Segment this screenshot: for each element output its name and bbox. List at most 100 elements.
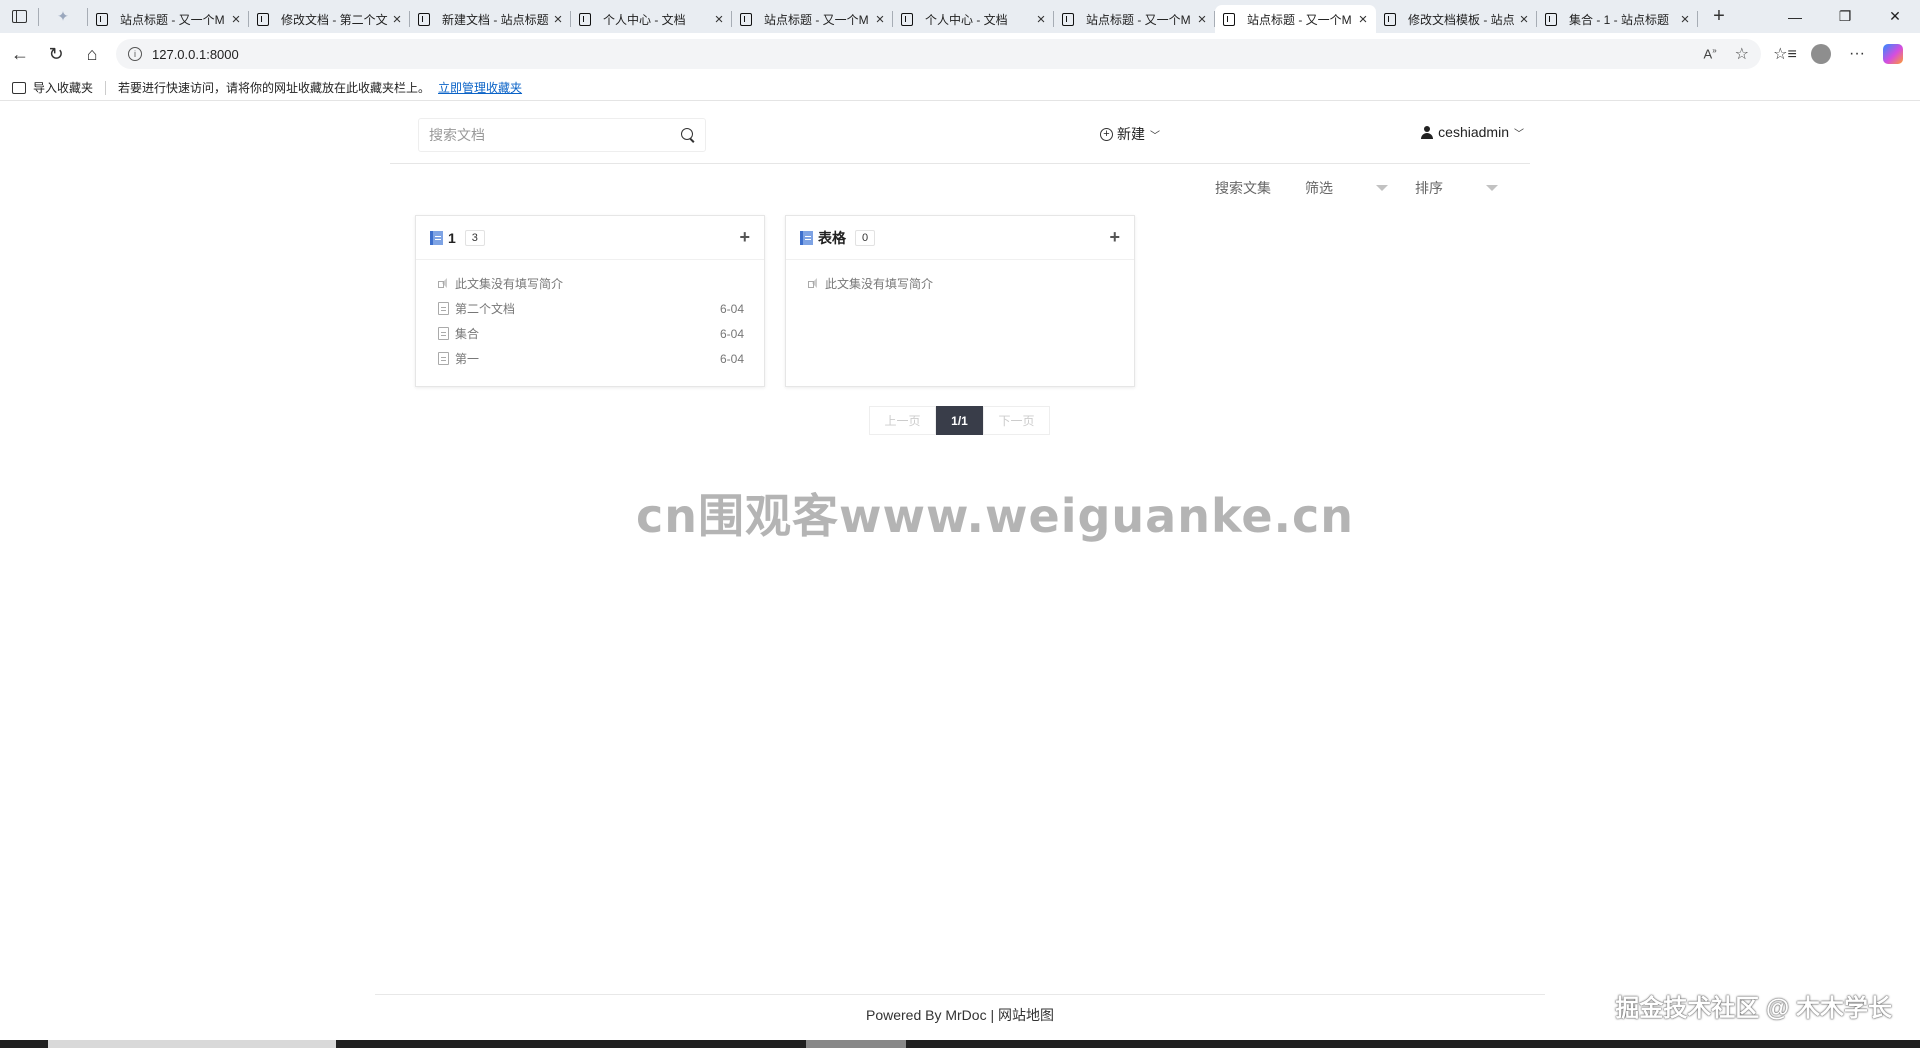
doc-date: 6-04 <box>719 326 744 341</box>
close-tab-icon[interactable]: × <box>229 11 243 28</box>
tab-title: 站点标题 - 又一个M <box>120 12 225 27</box>
favorites-icon[interactable]: ☆≡ <box>1767 44 1803 64</box>
collection-intro: 此文集没有填写简介 <box>808 274 1114 292</box>
tab-actions-menu[interactable] <box>0 0 38 33</box>
doc-title[interactable]: 第一 <box>455 350 720 367</box>
doc-list-item[interactable]: 第一 6-04 <box>438 346 744 371</box>
add-doc-icon[interactable]: + <box>1109 227 1120 248</box>
pagination: 上一页 1/1 下一页 <box>869 406 1050 435</box>
book-icon <box>800 230 813 245</box>
watermark-text: cn围观客www.weiguanke.cn <box>636 489 1355 543</box>
close-tab-icon[interactable]: × <box>551 11 565 28</box>
browser-tab[interactable]: 站点标题 - 又一个M × <box>732 5 893 33</box>
read-aloud-icon[interactable]: A» <box>1704 46 1717 61</box>
close-tab-icon[interactable]: × <box>712 11 726 28</box>
url-field[interactable]: i 127.0.0.1:8000 A» ☆ <box>116 39 1761 69</box>
close-tab-icon[interactable]: × <box>1517 11 1531 28</box>
sort-select[interactable]: 排序 <box>1400 178 1510 198</box>
collection-title[interactable]: 表格 <box>818 228 846 248</box>
manage-favorites-link[interactable]: 立即管理收藏夹 <box>438 79 522 96</box>
browser-tab[interactable]: 集合 - 1 - 站点标题 × <box>1537 5 1698 33</box>
new-menu-button[interactable]: + 新建 ﹀ <box>1100 124 1160 144</box>
doc-search-input[interactable] <box>429 127 681 143</box>
doc-list-item[interactable]: 集合 6-04 <box>438 321 744 346</box>
doc-count-badge: 3 <box>464 229 485 246</box>
page-favicon-icon <box>901 12 913 26</box>
browser-tab[interactable]: 修改文档 - 第二个文 × <box>249 5 410 33</box>
doc-title[interactable]: 第二个文档 <box>455 300 720 317</box>
minimize-icon[interactable]: — <box>1770 0 1820 33</box>
more-menu-icon[interactable]: ··· <box>1839 45 1875 63</box>
close-tab-icon[interactable]: × <box>390 11 404 28</box>
new-label: 新建 <box>1117 126 1145 142</box>
page-favicon-icon <box>418 12 430 26</box>
announcement-icon <box>808 277 819 289</box>
collection-search-input[interactable]: 搜索文集 <box>1200 178 1290 198</box>
collection-card-body: 此文集没有填写简介 <box>786 260 1134 292</box>
profile-avatar[interactable] <box>1811 44 1831 64</box>
add-doc-icon[interactable]: + <box>739 227 750 248</box>
close-tab-icon[interactable]: × <box>1678 11 1692 28</box>
search-icon[interactable] <box>681 128 695 142</box>
refresh-icon[interactable]: ↻ <box>38 36 74 72</box>
copilot-icon[interactable] <box>1883 44 1903 64</box>
plus-circle-icon: + <box>1100 127 1113 141</box>
collection-card: 1 3 + 此文集没有填写简介 第二个文档 6-04 集合 6-04 第一 6-… <box>415 215 765 387</box>
doc-list-item[interactable]: 第二个文档 6-04 <box>438 296 744 321</box>
filter-select[interactable]: 筛选 <box>1290 178 1400 198</box>
sitemap-link[interactable]: 网站地图 <box>998 1007 1054 1023</box>
page-content: + 新建 ﹀ ceshiadmin ﹀ 搜索文集 筛选 排序 1 3 + <box>0 102 1920 1040</box>
browser-tab[interactable]: 修改文档模板 - 站点 × <box>1376 5 1537 33</box>
tab-actions-icon <box>11 10 27 23</box>
tab-strip: ✦ 站点标题 - 又一个M × 修改文档 - 第二个文 × 新建文档 - 站点标题 ×… <box>0 0 1920 33</box>
prev-page-button[interactable]: 上一页 <box>869 406 936 435</box>
browser-tab[interactable]: 个人中心 - 文档 × <box>571 5 732 33</box>
favorites-hint: 若要进行快速访问，请将你的网址收藏放在此收藏夹栏上。 <box>118 81 431 95</box>
tab-title: 个人中心 - 文档 <box>925 12 1008 27</box>
back-icon[interactable]: ← <box>2 36 38 72</box>
tab-title: 集合 - 1 - 站点标题 <box>1569 12 1670 27</box>
new-tab-button[interactable]: + <box>1702 5 1736 28</box>
browser-tab-active[interactable]: 站点标题 - 又一个M × <box>1215 5 1376 33</box>
document-icon <box>438 302 449 315</box>
tab-title: 站点标题 - 又一个M <box>764 12 869 27</box>
page-favicon-icon <box>740 12 752 26</box>
site-info-icon[interactable]: i <box>128 47 142 61</box>
username: ceshiadmin <box>1438 124 1509 140</box>
restore-icon[interactable]: ❐ <box>1820 0 1870 33</box>
window-controls: — ❐ ✕ <box>1770 0 1920 33</box>
chevron-down-icon: ﹀ <box>1150 130 1160 142</box>
doc-title[interactable]: 集合 <box>455 325 720 342</box>
close-window-icon[interactable]: ✕ <box>1870 0 1920 33</box>
page-favicon-icon <box>96 12 108 26</box>
close-tab-icon[interactable]: × <box>1034 11 1048 28</box>
browser-tab[interactable]: 站点标题 - 又一个M × <box>88 5 249 33</box>
collection-title[interactable]: 1 <box>448 230 456 246</box>
browser-tab[interactable]: 站点标题 - 又一个M × <box>1054 5 1215 33</box>
close-tab-icon[interactable]: × <box>1195 11 1209 28</box>
tab-title: 新建文档 - 站点标题 <box>442 12 549 27</box>
doc-search-box <box>418 118 706 152</box>
browser-tab[interactable]: 新建文档 - 站点标题 × <box>410 5 571 33</box>
next-page-button[interactable]: 下一页 <box>983 406 1050 435</box>
book-icon <box>430 230 443 245</box>
collection-list: 1 3 + 此文集没有填写简介 第二个文档 6-04 集合 6-04 第一 6-… <box>415 215 1135 387</box>
close-tab-icon[interactable]: × <box>873 11 887 28</box>
user-icon <box>1421 125 1434 139</box>
home-icon[interactable]: ⌂ <box>74 36 110 72</box>
import-favorites-label: 导入收藏夹 <box>33 81 94 95</box>
announcement-icon <box>438 277 449 289</box>
credit-watermark: 掘金技术社区 @ 木木学长 <box>1615 995 1892 1022</box>
user-menu[interactable]: ceshiadmin ﹀ <box>1421 124 1524 140</box>
close-tab-icon[interactable]: × <box>1356 11 1370 28</box>
document-icon <box>438 327 449 340</box>
page-favicon-icon <box>1545 12 1557 26</box>
pinned-tab[interactable]: ✦ <box>39 0 87 33</box>
tab-title: 修改文档模板 - 站点 <box>1408 12 1515 27</box>
sort-label: 排序 <box>1415 180 1443 196</box>
taskbar-segment <box>48 1040 336 1048</box>
url-text[interactable]: 127.0.0.1:8000 <box>152 47 1704 62</box>
favorite-star-icon[interactable]: ☆ <box>1735 44 1749 64</box>
import-favorites-button[interactable]: 导入收藏夹 <box>0 79 93 96</box>
browser-tab[interactable]: 个人中心 - 文档 × <box>893 5 1054 33</box>
